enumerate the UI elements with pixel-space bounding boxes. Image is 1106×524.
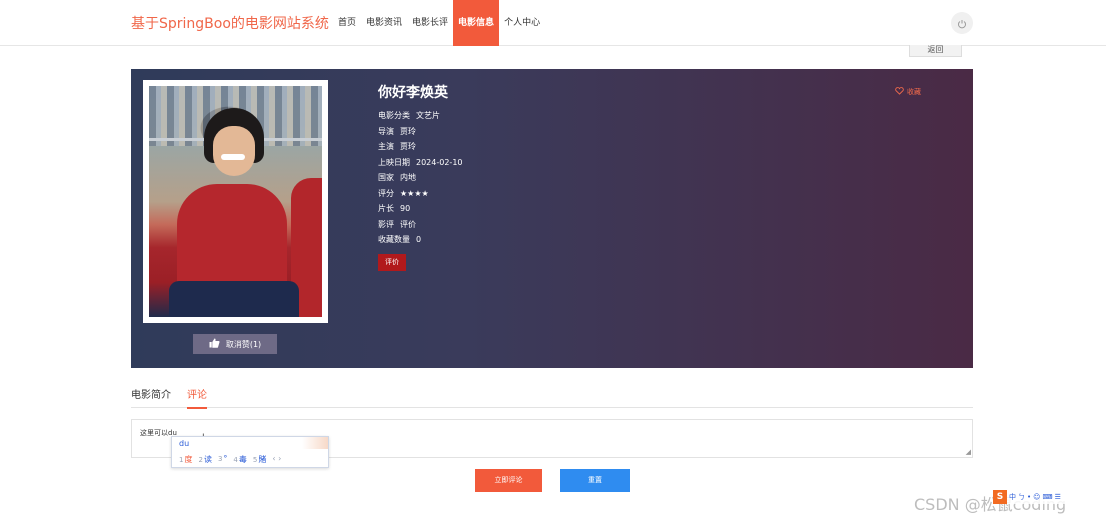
reset-button[interactable]: 重置 [560, 469, 630, 492]
nav-movie-info[interactable]: 电影信息 [453, 0, 500, 46]
detail-tabs: 电影简介 评论 [131, 386, 973, 409]
ime-pinyin: du [179, 439, 190, 448]
resize-grip-icon[interactable]: ◢ [966, 448, 971, 456]
power-icon [957, 14, 967, 33]
thumbs-up-icon [209, 338, 220, 350]
favorite-label: 收藏 [907, 88, 921, 96]
movie-info-list: 电影分类 文艺片 导演 贾玲 主演 贾玲 上映日期 2024-02-10 国家 内地 评分… [378, 108, 463, 248]
submit-comment-button[interactable]: 立即评论 [475, 469, 542, 492]
info-release-date: 上映日期 2024-02-10 [378, 157, 463, 167]
info-rating: 评分 ★★★★ [378, 188, 429, 198]
nav-long-reviews[interactable]: 电影长评 [407, 0, 453, 46]
movie-hero: 你好李焕英 收藏 电影分类 文艺片 导演 贾玲 主演 贾玲 上映日期 2024-02-1… [131, 69, 973, 368]
info-category: 电影分类 文艺片 [378, 111, 440, 120]
heart-icon [895, 87, 904, 97]
site-brand[interactable]: 基于SpringBoo的电影网站系统 [131, 13, 329, 33]
logout-button[interactable] [951, 12, 973, 34]
ime-toolbar: S 中 ㄅ • ☺ ⌨ ☰ [993, 489, 1099, 504]
info-starring: 主演 贾玲 [378, 142, 416, 151]
ime-candidate[interactable]: 4毒 [233, 454, 246, 465]
ime-candidate[interactable]: 2读 [198, 454, 211, 465]
back-button[interactable]: 返回 [909, 45, 962, 57]
tray-keyboard-icon[interactable]: ⌨ [1042, 493, 1052, 501]
info-duration: 片长 90 [378, 204, 411, 213]
nav-home[interactable]: 首页 [333, 0, 361, 46]
tray-punct-icon[interactable]: ㄅ [1018, 492, 1025, 502]
info-country: 国家 内地 [378, 173, 416, 182]
main-nav: 首页 电影资讯 电影长评 电影信息 个人中心 [333, 0, 545, 46]
unlike-button[interactable]: 取消赞(1) [193, 334, 277, 354]
nav-personal-center[interactable]: 个人中心 [499, 0, 545, 46]
nav-movie-news[interactable]: 电影资讯 [361, 0, 407, 46]
tab-comments[interactable]: 评论 [187, 386, 207, 409]
favorite-button[interactable]: 收藏 [895, 87, 921, 97]
sogou-logo-icon[interactable]: S [993, 489, 1007, 504]
movie-title: 你好李焕英 [378, 85, 448, 101]
tab-synopsis[interactable]: 电影简介 [131, 386, 171, 408]
tray-menu-icon[interactable]: ☰ [1055, 493, 1061, 501]
info-favorite-count: 收藏数量 0 [378, 235, 422, 244]
info-director: 导演 贾玲 [378, 126, 416, 136]
rate-button[interactable]: 评价 [378, 254, 406, 271]
ime-page-nav[interactable]: ‹ › [272, 454, 281, 465]
unlike-label: 取消赞(1) [225, 339, 262, 349]
tray-emoji-icon[interactable]: ☺ [1033, 493, 1040, 501]
ime-candidate[interactable]: 1度 [179, 454, 192, 465]
movie-poster [149, 86, 322, 317]
info-review: 影评 评价 [378, 219, 416, 229]
top-header: 基于SpringBoo的电影网站系统 首页 电影资讯 电影长评 电影信息 个人中… [0, 0, 1106, 46]
ime-candidate[interactable]: 3° [218, 454, 227, 465]
ime-candidates: 1度 2读 3° 4毒 5賭 ‹ › [179, 454, 281, 465]
ime-candidate-popup: du 1度 2读 3° 4毒 5賭 ‹ › [171, 436, 329, 468]
tray-lang-icon[interactable]: 中 [1009, 492, 1016, 502]
ime-candidate[interactable]: 5賭 [253, 454, 266, 465]
poster-frame [143, 80, 328, 323]
tray-mic-icon[interactable]: • [1027, 493, 1031, 501]
